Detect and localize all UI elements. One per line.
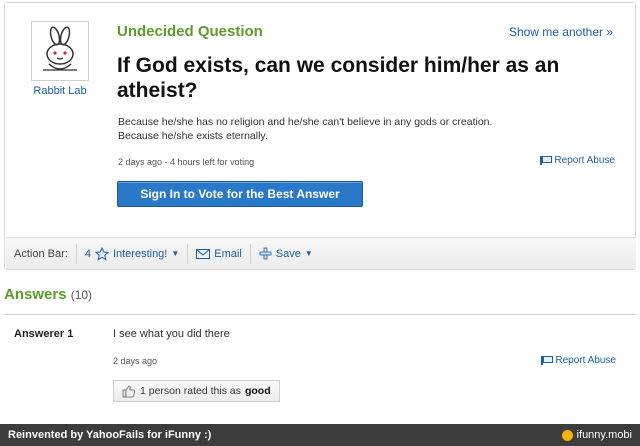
star-icon — [94, 246, 109, 261]
action-bar: Action Bar: 4 Interesting! ▼ Email Save … — [6, 237, 636, 269]
question-panel: Rabbit Lab Undecided Question Show me an… — [4, 2, 636, 270]
report-abuse-label: Report Abuse — [554, 155, 615, 166]
chevron-down-icon: ▼ — [304, 249, 313, 258]
answers-heading: Answers (10) — [4, 286, 92, 303]
answers-count: (10) — [70, 288, 93, 302]
answer-report-abuse-link[interactable]: Report Abuse — [541, 355, 616, 366]
question-status: Undecided Question — [117, 23, 263, 40]
avatar[interactable] — [31, 21, 89, 81]
answer-author[interactable]: Answerer 1 — [14, 328, 73, 340]
question-details-line: Because he/she exists eternally. — [118, 130, 268, 142]
rating-badge[interactable]: 1 person rated this as good — [113, 380, 280, 402]
rating-text: 1 person rated this as — [140, 385, 241, 397]
interesting-count: 4 — [84, 247, 91, 260]
question-details-line: Because he/she has no religion and he/sh… — [118, 116, 493, 128]
email-label: Email — [214, 247, 242, 260]
divider — [4, 314, 636, 315]
answer-meta: 2 days ago — [113, 356, 158, 366]
asker-profile[interactable]: Rabbit Lab — [25, 21, 95, 97]
report-abuse-label: Report Abuse — [555, 355, 616, 366]
asker-name[interactable]: Rabbit Lab — [25, 85, 95, 97]
envelope-icon — [196, 248, 211, 259]
watermark-footer: Reinvented by YahooFails for iFunny :) i… — [0, 424, 640, 446]
question-meta: 2 days ago - 4 hours left for voting — [118, 157, 255, 167]
action-bar-label: Action Bar: — [14, 247, 68, 260]
show-another-link[interactable]: Show me another » — [509, 25, 613, 39]
footer-brand-text: ifunny.mobi — [576, 429, 632, 441]
rating-value: good — [244, 385, 271, 397]
footer-brand: ifunny.mobi — [561, 429, 632, 441]
report-abuse-link[interactable]: Report Abuse — [540, 155, 615, 166]
question-title: If God exists, can we consider him/her a… — [117, 54, 560, 102]
answer-text: I see what you did there — [113, 328, 230, 340]
footer-credit: Reinvented by YahooFails for iFunny :) — [8, 429, 212, 441]
answers-title: Answers — [4, 286, 67, 303]
page: Rabbit Lab Undecided Question Show me an… — [0, 0, 640, 446]
flag-icon — [541, 356, 553, 365]
interesting-button[interactable]: 4 Interesting! ▼ — [77, 246, 187, 261]
chevron-down-icon: ▼ — [171, 249, 180, 258]
thumbs-up-icon — [122, 385, 136, 397]
rabbit-icon — [43, 26, 77, 71]
sign-in-vote-button[interactable]: Sign In to Vote for the Best Answer — [117, 181, 363, 207]
save-button[interactable]: Save ▼ — [251, 247, 321, 260]
flag-icon — [540, 156, 552, 165]
email-button[interactable]: Email — [188, 248, 250, 260]
plus-icon — [259, 247, 272, 260]
ifunny-logo-icon — [561, 429, 573, 441]
save-label: Save — [275, 247, 301, 260]
question-details: Because he/she has no religion and he/sh… — [118, 115, 608, 143]
interesting-label: Interesting! — [112, 247, 168, 260]
